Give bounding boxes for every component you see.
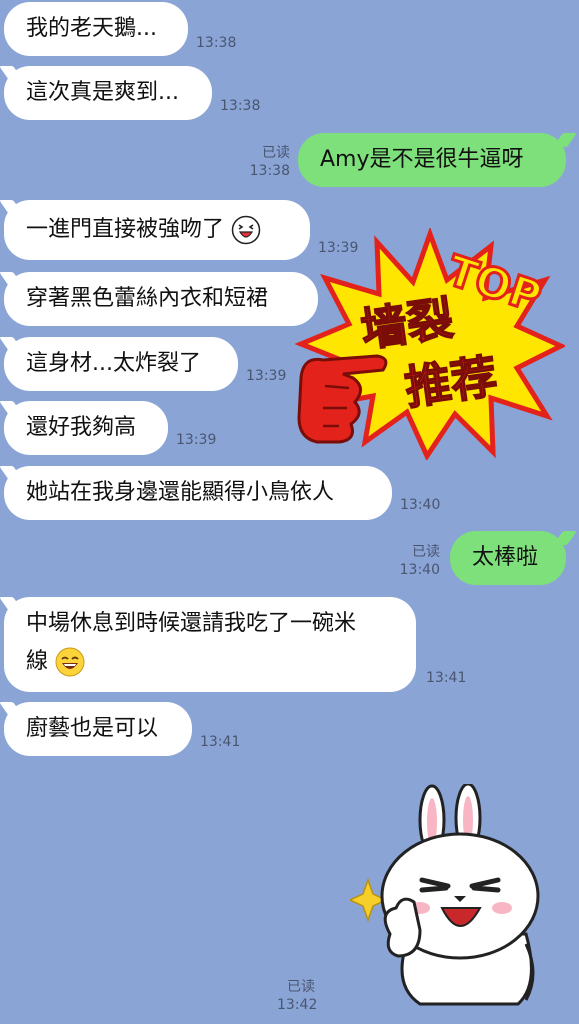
message-time: 13:38	[249, 163, 290, 179]
message-text: 一進門直接被強吻了	[26, 217, 225, 242]
message-text: 她站在我身邊還能顯得小鳥依人	[26, 480, 335, 505]
message-bubble-incoming[interactable]: 一進門直接被強吻了	[4, 200, 310, 260]
sparkle-icon	[350, 877, 388, 923]
message-bubble-incoming[interactable]: 穿著黑色蕾絲內衣和短裙	[4, 272, 318, 326]
message-time: 13:40	[399, 562, 440, 578]
message-bubble-incoming[interactable]: 還好我夠高	[4, 401, 168, 455]
laughing-face-icon	[55, 647, 85, 677]
message-time: 13:41	[200, 734, 241, 750]
read-receipt: 已读	[412, 544, 440, 560]
message-time: 13:41	[426, 670, 467, 686]
message-time: 13:39	[246, 368, 287, 384]
message-text: 穿著黑色蕾絲內衣和短裙	[26, 286, 269, 311]
message-text: 還好我夠高	[26, 415, 137, 440]
message-text: 太棒啦	[472, 545, 539, 570]
message-text: Amy是不是很牛逼呀	[320, 147, 524, 172]
message-bubble-incoming[interactable]: 這次真是爽到...	[4, 66, 212, 120]
top-recommend-badge[interactable]: TOP 墙裂 推荐	[295, 228, 565, 460]
grin-face-icon	[231, 215, 261, 245]
message-time: 13:42	[277, 997, 318, 1013]
message-bubble-incoming[interactable]: 這身材...太炸裂了	[4, 337, 238, 391]
message-text: 我的老天鵝...	[26, 16, 157, 41]
read-receipt: 已读	[262, 145, 290, 161]
bunny-thumbs-up-icon[interactable]	[350, 784, 546, 1006]
message-bubble-outgoing[interactable]: Amy是不是很牛逼呀	[298, 133, 566, 187]
message-text: 廚藝也是可以	[26, 716, 159, 741]
message-text: 這次真是爽到...	[26, 80, 179, 105]
message-time: 13:40	[400, 497, 441, 513]
message-bubble-outgoing[interactable]: 太棒啦	[450, 531, 566, 585]
message-bubble-incoming[interactable]: 她站在我身邊還能顯得小鳥依人	[4, 466, 392, 520]
read-receipt: 已读	[287, 979, 315, 995]
message-time: 13:38	[196, 35, 237, 51]
message-text: 這身材...太炸裂了	[26, 351, 201, 376]
message-text-line2: 線	[26, 649, 49, 674]
message-bubble-incoming[interactable]: 我的老天鵝...	[4, 2, 188, 56]
message-time: 13:39	[176, 432, 217, 448]
message-time: 13:38	[220, 98, 261, 114]
message-bubble-incoming[interactable]: 廚藝也是可以	[4, 702, 192, 756]
message-text-line1: 中場休息到時候還請我吃了一碗米	[26, 611, 357, 636]
message-bubble-incoming[interactable]: 中場休息到時候還請我吃了一碗米 線	[4, 597, 416, 692]
